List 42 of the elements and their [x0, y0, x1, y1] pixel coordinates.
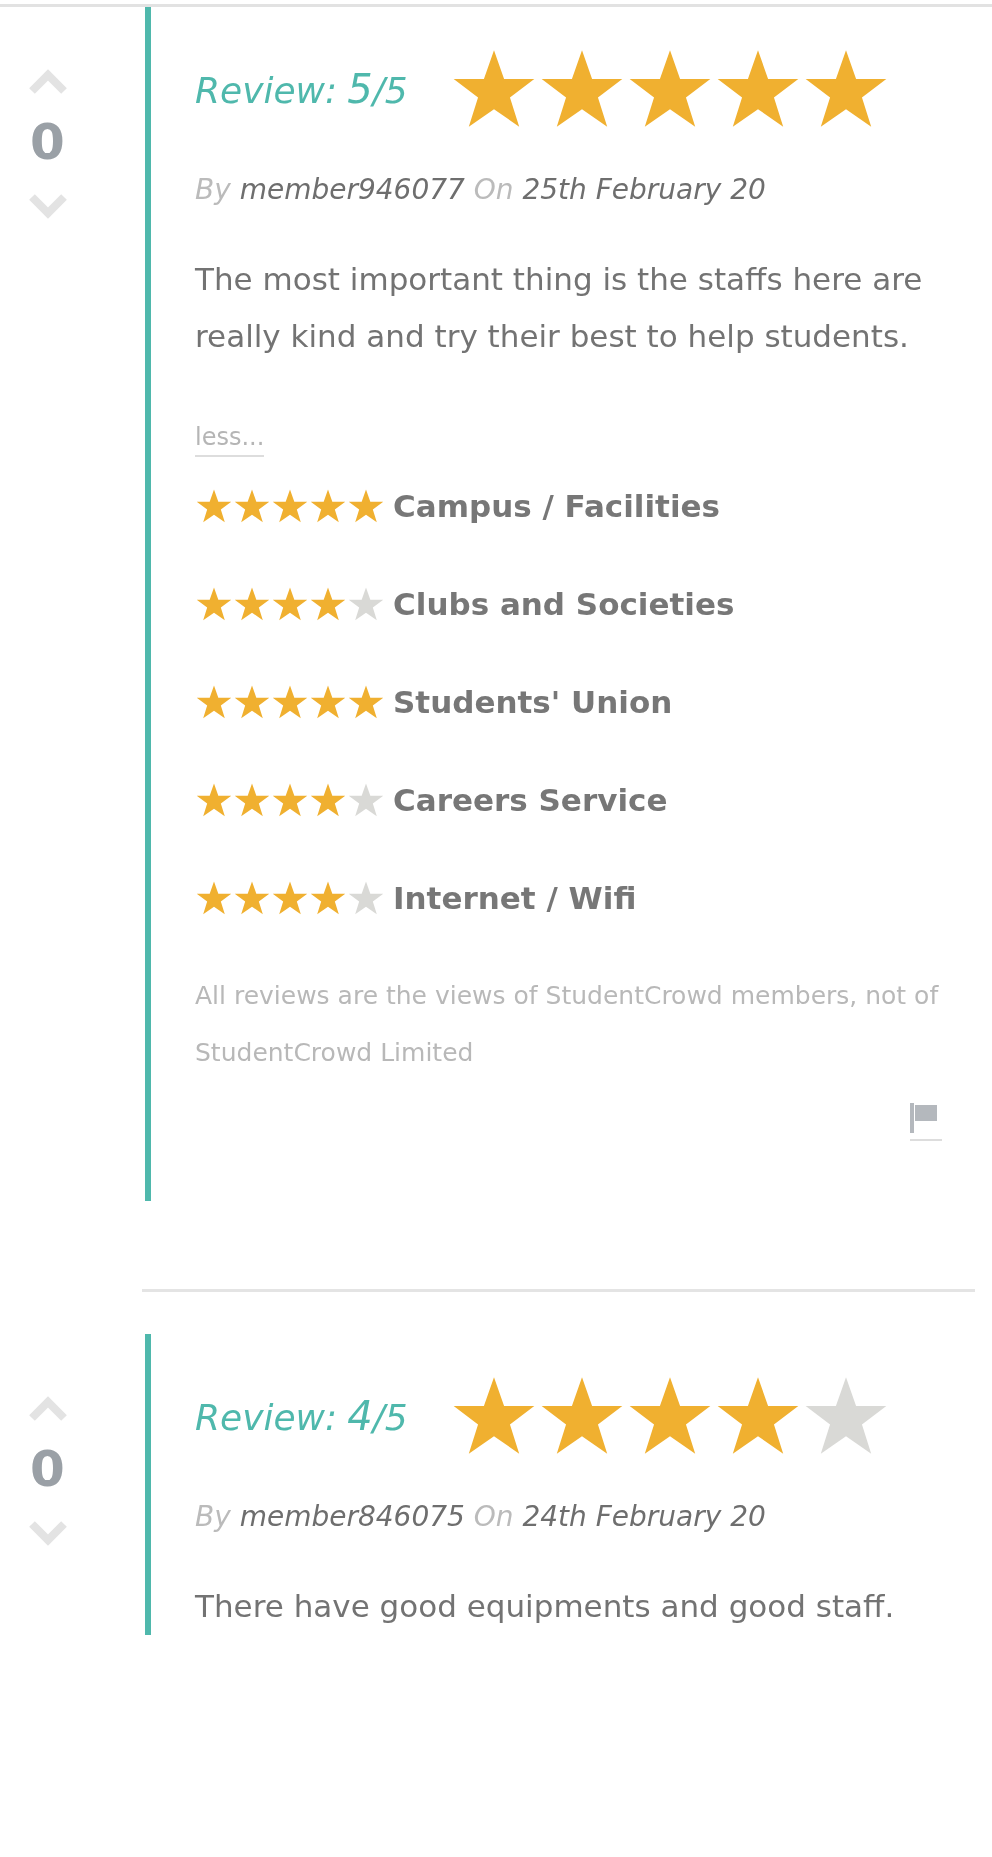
filled-star-icon	[271, 880, 309, 916]
filled-star-icon	[195, 782, 233, 818]
review-text: There have good equipments and good staff.	[195, 1587, 896, 1626]
filled-star-icon	[195, 488, 233, 524]
filled-star-icon	[195, 684, 233, 720]
filled-star-icon	[347, 684, 385, 720]
category-label: Campus / Facilities	[393, 486, 721, 526]
filled-star-icon	[347, 488, 385, 524]
filled-star-icon	[195, 880, 233, 916]
filled-star-icon	[233, 880, 271, 916]
vote-count: 0	[30, 1444, 65, 1494]
filled-star-icon	[309, 586, 347, 622]
filled-star-icon	[195, 586, 233, 622]
category-label: Clubs and Societies	[393, 584, 735, 624]
downvote-icon[interactable]	[27, 193, 68, 219]
disclaimer-text: All reviews are the views of StudentCrowd members, not of StudentCrowd Limited	[195, 980, 940, 1069]
flag-icon[interactable]	[910, 1103, 942, 1141]
filled-star-icon	[271, 684, 309, 720]
review-score: Review: 4/5	[195, 1392, 408, 1441]
filled-star-icon	[233, 782, 271, 818]
filled-star-icon	[233, 684, 271, 720]
filled-star-icon	[271, 586, 309, 622]
review-byline: By member946077 On 25th February 20	[195, 172, 767, 208]
upvote-icon[interactable]	[27, 69, 68, 95]
less-link[interactable]: less...	[195, 419, 265, 457]
category-label: Careers Service	[393, 780, 668, 820]
upvote-icon[interactable]	[27, 1396, 68, 1422]
review-text: The most important thing is the staffs here are really kind and try their best to help students.	[195, 260, 924, 356]
filled-star-icon	[233, 586, 271, 622]
filled-star-icon	[309, 782, 347, 818]
filled-star-icon	[309, 684, 347, 720]
filled-star-icon	[309, 488, 347, 524]
filled-star-icon	[233, 488, 271, 524]
vote-count: 0	[30, 117, 65, 167]
review-score: Review: 5/5	[195, 65, 408, 114]
filled-star-icon	[309, 880, 347, 916]
filled-star-icon	[271, 782, 309, 818]
category-label: Students' Union	[393, 682, 673, 722]
category-label: Internet / Wifi	[393, 878, 637, 918]
downvote-icon[interactable]	[27, 1520, 68, 1546]
review-byline: By member846075 On 24th February 20	[195, 1499, 767, 1535]
filled-star-icon	[271, 488, 309, 524]
